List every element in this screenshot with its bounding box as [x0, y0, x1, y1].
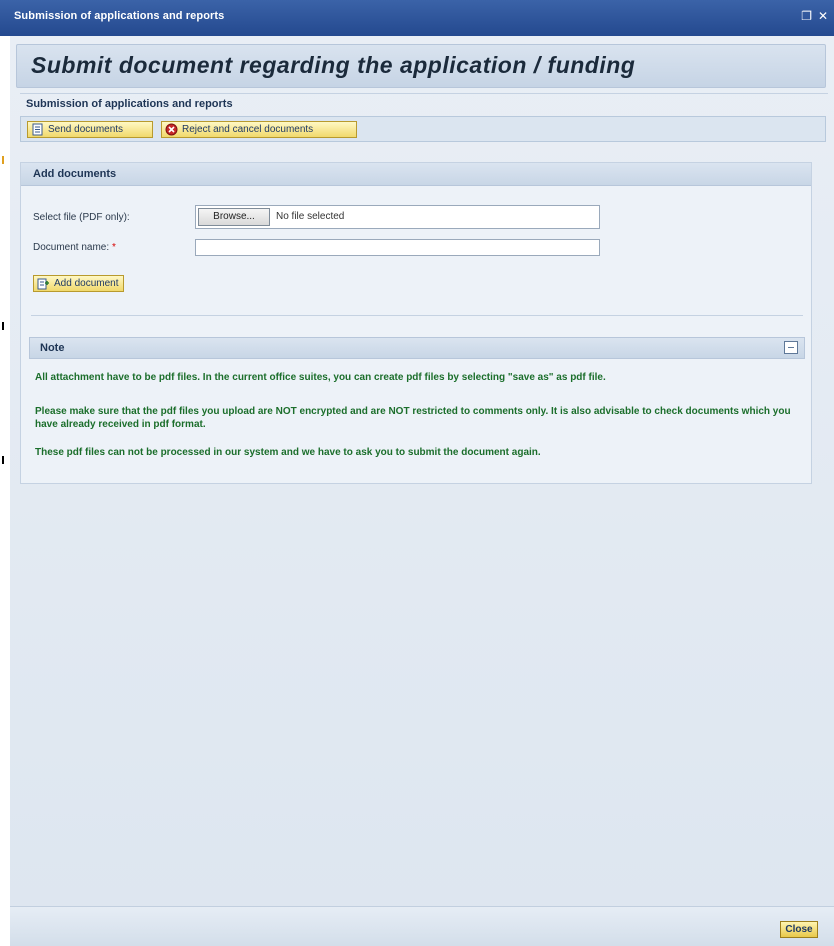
- select-file-label: Select file (PDF only):: [33, 212, 130, 223]
- note-header: Note: [29, 337, 805, 359]
- send-documents-button[interactable]: Send documents: [27, 121, 153, 138]
- document-name-label-text: Document name:: [33, 242, 110, 253]
- restore-icon[interactable]: ❐: [801, 9, 812, 23]
- send-documents-label: Send documents: [48, 124, 124, 135]
- no-file-selected-text: No file selected: [276, 211, 345, 222]
- dialog-content: Submit document regarding the applicatio…: [10, 36, 834, 946]
- page-title: Submit document regarding the applicatio…: [31, 52, 636, 78]
- document-name-input[interactable]: [195, 239, 600, 256]
- note-line: Please make sure that the pdf files you …: [35, 406, 791, 430]
- note-title: Note: [40, 342, 65, 354]
- dialog-window: Submission of applications and reports ❐…: [0, 0, 834, 946]
- reject-cancel-label: Reject and cancel documents: [182, 124, 314, 135]
- toolbar: Send documents Reject and cancel documen…: [20, 116, 826, 142]
- window-title: Submission of applications and reports: [14, 10, 225, 22]
- file-upload-field[interactable]: Browse... No file selected: [195, 205, 600, 229]
- dialog-footer: Close: [10, 906, 834, 946]
- section-subtitle: Submission of applications and reports: [20, 93, 828, 115]
- required-marker: *: [111, 242, 116, 253]
- divider: [31, 315, 803, 316]
- reject-cancel-documents-button[interactable]: Reject and cancel documents: [161, 121, 357, 138]
- edge-marker: [2, 456, 4, 464]
- add-document-label: Add document: [54, 278, 119, 289]
- browse-button[interactable]: Browse...: [198, 208, 270, 226]
- note-line: All attachment have to be pdf files. In …: [35, 372, 606, 383]
- close-button[interactable]: Close: [780, 921, 818, 938]
- add-document-icon: [37, 277, 50, 290]
- note-line: These pdf files can not be processed in …: [35, 447, 541, 458]
- add-document-button[interactable]: Add document: [33, 275, 124, 292]
- send-document-icon: [31, 123, 44, 136]
- close-icon[interactable]: ✕: [818, 9, 828, 23]
- add-documents-title: Add documents: [33, 168, 117, 180]
- add-documents-panel: Add documents Select file (PDF only): Br…: [20, 162, 812, 484]
- reject-icon: [165, 123, 178, 136]
- window-titlebar[interactable]: Submission of applications and reports ❐…: [0, 0, 834, 36]
- collapse-icon[interactable]: [784, 341, 798, 354]
- left-edge: [0, 36, 10, 945]
- add-documents-header: Add documents: [21, 163, 811, 186]
- page-header: Submit document regarding the applicatio…: [16, 44, 826, 88]
- document-name-label: Document name: *: [33, 242, 116, 253]
- edge-marker: [2, 156, 4, 164]
- edge-marker: [2, 322, 4, 330]
